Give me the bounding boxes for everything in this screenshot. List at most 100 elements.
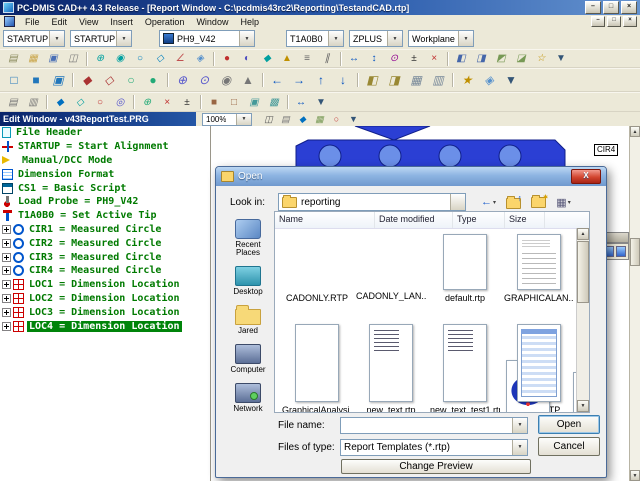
file-item[interactable]: GRAPHICALAN... <box>503 234 575 324</box>
toolbar-icon[interactable]: ○ <box>328 112 345 127</box>
files-of-type-combobox[interactable]: Report Templates (*.rtp) <box>340 439 528 456</box>
expand-plus-icon[interactable] <box>2 225 11 234</box>
chevron-down-icon[interactable] <box>512 418 527 433</box>
document-icon[interactable] <box>4 16 15 27</box>
toolbar-icon[interactable]: ☆ <box>531 50 551 68</box>
maximize-icon[interactable] <box>603 1 619 14</box>
sidebar-place[interactable]: Jared <box>224 305 272 335</box>
expand-plus-icon[interactable] <box>2 308 11 317</box>
toolbar-icon[interactable]: ← <box>266 69 288 91</box>
list-scrollbar[interactable] <box>576 228 589 412</box>
toolbar-icon[interactable]: ↓ <box>332 69 354 91</box>
menu-item[interactable]: Operation <box>139 17 191 27</box>
toolbar-icon[interactable]: ± <box>404 50 424 68</box>
toolbar-icon[interactable]: ○ <box>130 50 150 68</box>
tree-item[interactable]: Dimension Format <box>0 167 210 181</box>
tree-item[interactable]: Manual/DCC Mode <box>0 154 210 168</box>
toolbar-icon[interactable]: ◫ <box>260 112 277 127</box>
tree-item[interactable]: LOC2 = Dimension Location <box>0 292 210 306</box>
scroll-down-icon[interactable] <box>577 400 589 412</box>
tree-item[interactable]: T1A0B0 = Set Active Tip <box>0 209 210 223</box>
expand-plus-icon[interactable] <box>2 322 11 331</box>
toolbar-icon[interactable]: ◨ <box>383 69 405 91</box>
toolbar-combobox[interactable]: ZPLUS <box>349 30 403 47</box>
toolbar-icon[interactable]: ○ <box>120 69 142 91</box>
tree-item[interactable]: LOC1 = Dimension Location <box>0 278 210 292</box>
toolbar-icon[interactable]: ⊙ <box>193 69 215 91</box>
column-header[interactable]: Type <box>453 212 505 228</box>
toolbar-icon[interactable]: ◪ <box>511 50 531 68</box>
toolbar-icon[interactable]: ▤ <box>3 93 23 111</box>
toolbar-combobox[interactable]: Workplane <box>408 30 474 47</box>
toolbar-icon[interactable]: ◈ <box>190 50 210 68</box>
toolbar-icon[interactable]: ◐ <box>237 50 257 68</box>
toolbar-icon[interactable]: ▼ <box>345 112 362 127</box>
toolbar-icon[interactable]: ◆ <box>257 50 277 68</box>
sidebar-place[interactable]: Recent Places <box>224 219 272 257</box>
chevron-down-icon[interactable] <box>236 114 251 125</box>
toolbar-combobox[interactable]: STARTUP <box>70 30 132 47</box>
toolbar-icon[interactable]: ★ <box>456 69 478 91</box>
toolbar-icon[interactable]: □ <box>224 93 244 111</box>
toolbar-icon[interactable]: ↔ <box>291 93 311 111</box>
file-item[interactable]: CADONLY_LAN... <box>355 234 427 324</box>
column-header[interactable]: Date modified <box>375 212 453 228</box>
toolbar-icon[interactable]: ↑ <box>310 69 332 91</box>
app-titlebar[interactable]: PC-DMIS CAD++ 4.3 Release - [Report Wind… <box>0 0 640 15</box>
toolbar-icon[interactable]: ∠ <box>170 50 190 68</box>
chevron-down-icon[interactable] <box>49 31 64 46</box>
vertical-scrollbar[interactable] <box>629 126 640 481</box>
toolbar-icon[interactable]: ◩ <box>491 50 511 68</box>
toolbar-icon[interactable]: ▩ <box>264 93 284 111</box>
toolbar-icon[interactable]: ⊕ <box>137 93 157 111</box>
toolbar-icon[interactable]: ■ <box>25 69 47 91</box>
toolbar-combobox[interactable]: PH9_V42 <box>159 30 255 47</box>
toolbar-icon[interactable]: ∥ <box>317 50 337 68</box>
tree-item[interactable]: LOC3 = Dimension Location <box>0 305 210 319</box>
child-restore-icon[interactable] <box>607 16 621 27</box>
menu-item[interactable]: Help <box>234 17 265 27</box>
up-one-level-icon[interactable] <box>503 193 524 212</box>
toolbar-icon[interactable]: ▣ <box>47 69 69 91</box>
toolbar-combobox[interactable]: STARTUP <box>3 30 65 47</box>
tree-item[interactable]: LOC4 = Dimension Location <box>0 319 210 333</box>
chevron-down-icon[interactable] <box>239 31 254 46</box>
chevron-down-icon[interactable] <box>116 31 131 46</box>
file-item[interactable]: GraphicalAnalysi... <box>281 324 353 412</box>
sidebar-place[interactable]: Network <box>224 383 272 413</box>
scroll-down-icon[interactable] <box>630 470 640 481</box>
toolbar-icon[interactable]: ▣ <box>43 50 63 68</box>
toolbar-icon[interactable]: ◆ <box>50 93 70 111</box>
chevron-down-icon[interactable] <box>450 194 465 210</box>
child-minimize-icon[interactable] <box>591 16 605 27</box>
toolbar-icon[interactable]: ◇ <box>98 69 120 91</box>
sidebar-place[interactable]: Computer <box>224 344 272 374</box>
expand-plus-icon[interactable] <box>2 266 11 275</box>
toolbar-icon[interactable]: ▣ <box>244 93 264 111</box>
column-header[interactable]: Name <box>275 212 375 228</box>
chevron-down-icon[interactable] <box>328 31 343 46</box>
file-item[interactable]: new_text_test1.rtp <box>429 324 501 412</box>
toolbar-icon[interactable]: ◨ <box>471 50 491 68</box>
scroll-up-icon[interactable] <box>630 126 640 137</box>
toolbar-icon[interactable]: ▥ <box>23 93 43 111</box>
toolbar-icon[interactable]: ⊕ <box>90 50 110 68</box>
toolbar-icon[interactable]: ◆ <box>76 69 98 91</box>
toolbar-icon[interactable]: ▲ <box>277 50 297 68</box>
menu-item[interactable]: Insert <box>104 17 139 27</box>
toolbar-icon[interactable]: ▤ <box>3 50 23 68</box>
child-close-icon[interactable] <box>623 16 637 27</box>
toolbar-icon[interactable]: ▼ <box>551 50 571 68</box>
menu-item[interactable]: File <box>19 17 46 27</box>
toolbar-icon[interactable]: ◧ <box>451 50 471 68</box>
toolbar-icon[interactable]: ≡ <box>297 50 317 68</box>
toolbar-icon[interactable]: ◉ <box>215 69 237 91</box>
toolbar-icon[interactable]: ○ <box>90 93 110 111</box>
expand-plus-icon[interactable] <box>2 294 11 303</box>
tree-item[interactable]: CIR2 = Measured Circle <box>0 236 210 250</box>
file-item[interactable]: default.rtp <box>429 234 501 324</box>
toolbar-icon[interactable]: ⊙ <box>384 50 404 68</box>
expand-plus-icon[interactable] <box>2 239 11 248</box>
scroll-thumb[interactable] <box>630 238 640 266</box>
expand-plus-icon[interactable] <box>2 253 11 262</box>
